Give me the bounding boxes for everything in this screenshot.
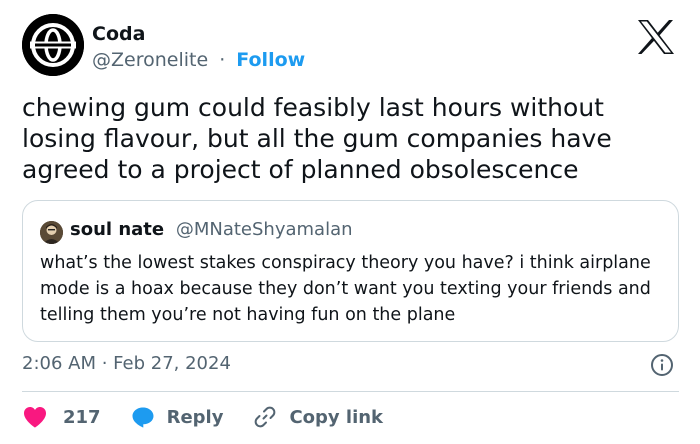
tweet-timestamp[interactable]: 2:06 AM · Feb 27, 2024 — [22, 352, 231, 376]
reply-label: Reply — [166, 406, 224, 428]
follow-button[interactable]: Follow — [236, 49, 305, 71]
like-button[interactable]: 217 — [22, 405, 101, 429]
handle-separator: · — [219, 49, 226, 71]
action-bar: 217 Reply Copy link — [22, 402, 383, 432]
reply-button[interactable]: Reply — [131, 405, 224, 429]
copy-link-button[interactable]: Copy link — [253, 405, 383, 429]
speech-bubble-icon — [132, 407, 154, 428]
x-logo-icon[interactable] — [636, 18, 676, 56]
link-icon — [255, 406, 276, 428]
like-count: 217 — [63, 406, 101, 428]
divider — [22, 391, 679, 392]
copy-link-label: Copy link — [289, 406, 384, 428]
quoted-author-name: soul nate — [70, 219, 165, 240]
author-avatar[interactable] — [22, 14, 84, 76]
avatar-logo — [22, 14, 84, 76]
author-name[interactable]: Coda — [92, 22, 145, 46]
quoted-tweet-text: what’s the lowest stakes conspiracy theo… — [40, 253, 651, 325]
quoted-tweet[interactable]: soul nate @MNateShyamalan what’s the low… — [22, 200, 679, 342]
tweet-text: chewing gum could feasibly last hours wi… — [22, 93, 612, 184]
author-handle-row: @Zeronelite · Follow — [92, 48, 305, 72]
author-handle[interactable]: @Zeronelite — [92, 49, 208, 71]
heart-icon — [24, 407, 46, 428]
quoted-author-handle: @MNateShyamalan — [175, 219, 353, 240]
quoted-avatar — [40, 221, 63, 244]
quoted-author-row: soul nate @MNateShyamalan — [70, 218, 353, 242]
info-icon[interactable] — [650, 353, 674, 377]
